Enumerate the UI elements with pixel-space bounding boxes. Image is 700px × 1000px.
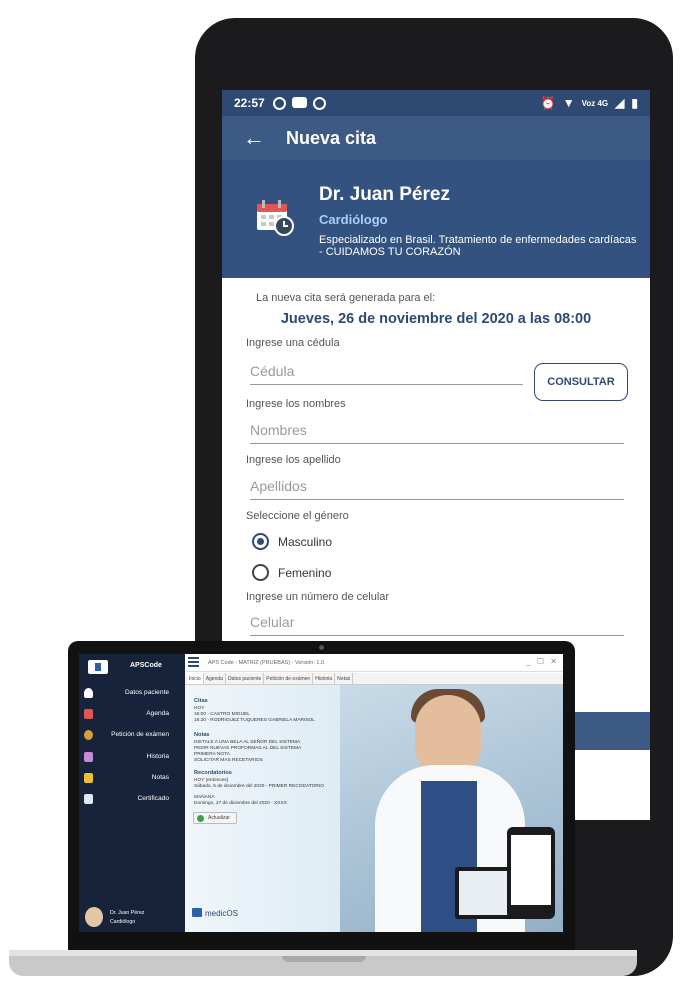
status-notification-icons bbox=[272, 96, 326, 110]
menu-icon[interactable] bbox=[188, 657, 199, 667]
sidebar-item-exam[interactable]: Petición de exámen bbox=[79, 729, 185, 743]
window-controls[interactable]: _ ☐ ✕ bbox=[526, 657, 559, 666]
names-input[interactable]: Nombres bbox=[250, 422, 624, 444]
tab-agenda[interactable]: Agenda bbox=[204, 673, 226, 684]
note-icon bbox=[84, 773, 93, 783]
notas-line: INSTALE A UNA BELA AL SEÑOR DEL SISTEMA bbox=[194, 740, 301, 745]
gender-option-male[interactable]: Masculino bbox=[252, 533, 332, 550]
laptop-notch bbox=[282, 956, 366, 962]
lastnames-label: Ingrese los apellido bbox=[246, 454, 341, 466]
gender-option-female[interactable]: Femenino bbox=[252, 564, 331, 581]
recordatorios-title: Recordatorios bbox=[194, 770, 232, 776]
laptop-sidebar: APSCode Datos paciente Agenda Petición d… bbox=[79, 654, 185, 932]
sidebar-item-label: Agenda bbox=[146, 710, 169, 717]
footer-brand: medicOS bbox=[205, 909, 238, 918]
tab-inicio[interactable]: Inicio bbox=[187, 673, 204, 684]
recordatorios-line: Domingo, 27 de diciembre del 2020 - XXXX bbox=[194, 801, 287, 806]
appointment-label: La nueva cita será generada para el: bbox=[256, 292, 436, 304]
refresh-icon bbox=[197, 815, 204, 822]
status-time: 22:57 bbox=[234, 96, 265, 110]
sidebar-item-agenda[interactable]: Agenda bbox=[79, 708, 185, 722]
status-bar: 22:57 ⏰ ▼ Voz 4G ◢ ▮ bbox=[222, 90, 650, 116]
whatsapp-icon bbox=[272, 96, 286, 110]
tab-history[interactable]: Historia bbox=[313, 673, 336, 684]
stage: 22:57 ⏰ ▼ Voz 4G ◢ ▮ ← Nueva cita Dr. Ju… bbox=[0, 0, 700, 1000]
user-icon bbox=[84, 688, 93, 698]
user-name: Dr. Juan Pérez bbox=[110, 910, 145, 916]
sidebar-item-label: Petición de exámen bbox=[111, 731, 169, 738]
consult-button[interactable]: CONSULTAR bbox=[534, 363, 628, 401]
history-icon bbox=[84, 752, 93, 762]
calendar-clock-icon bbox=[257, 200, 294, 236]
sidebar-item-notes[interactable]: Notas bbox=[79, 772, 185, 786]
sidebar-item-history[interactable]: Historia bbox=[79, 751, 185, 765]
status-system-icons: ⏰ ▼ Voz 4G ◢ ▮ bbox=[541, 96, 638, 110]
doctor-description: Especializado en Brasil. Tratamiento de … bbox=[319, 234, 637, 258]
citas-line: HOY bbox=[194, 706, 205, 711]
gender-label: Seleccione el género bbox=[246, 510, 349, 522]
laptop-screen: APSCode Datos paciente Agenda Petición d… bbox=[79, 654, 563, 932]
app-bar: ← Nueva cita bbox=[222, 116, 650, 160]
tab-notes[interactable]: Notas bbox=[335, 673, 354, 684]
gender-option-label: Masculino bbox=[278, 534, 333, 549]
sidebar-brand: APSCode bbox=[130, 662, 162, 669]
sidebar-item-label: Datos paciente bbox=[125, 689, 169, 696]
citas-line: 16:00 - CASTRO MIGUEL bbox=[194, 712, 250, 717]
doctor-specialty: Cardiólogo bbox=[319, 212, 388, 227]
sync-icon bbox=[312, 96, 326, 110]
radio-unchecked-icon[interactable] bbox=[252, 564, 269, 581]
tab-bar: Inicio Agenda Datos paciente Petición de… bbox=[185, 673, 563, 685]
home-panel: Citas HOY 16:00 - CASTRO MIGUEL 16:30 - … bbox=[185, 685, 563, 932]
tab-exam[interactable]: Petición de exámen bbox=[264, 673, 314, 684]
id-label: Ingrese una cédula bbox=[246, 337, 340, 349]
notas-title: Notas bbox=[194, 732, 210, 738]
tab-patient[interactable]: Datos paciente bbox=[226, 673, 265, 684]
mini-phone-screen bbox=[511, 835, 551, 905]
recordatorios-line: MAÑANA bbox=[194, 795, 215, 800]
names-label: Ingrese los nombres bbox=[246, 398, 346, 410]
certificate-icon bbox=[84, 794, 93, 804]
avatar bbox=[85, 907, 103, 927]
calendar-icon bbox=[84, 709, 93, 719]
medicos-logo-icon bbox=[192, 908, 202, 917]
sidebar-item-label: Certificado bbox=[137, 795, 169, 802]
sidebar-item-patient[interactable]: Datos paciente bbox=[79, 687, 185, 701]
appointment-datetime: Jueves, 26 de noviembre del 2020 a las 0… bbox=[280, 311, 592, 327]
citas-title: Citas bbox=[194, 698, 208, 704]
battery-icon: ▮ bbox=[631, 96, 638, 110]
refresh-button[interactable]: Actualizar bbox=[193, 812, 237, 824]
network-icon: Voz 4G bbox=[581, 98, 609, 108]
phone-input[interactable]: Celular bbox=[250, 614, 624, 636]
refresh-button-label: Actualizar bbox=[208, 815, 230, 821]
camera-icon bbox=[319, 645, 324, 650]
gender-option-label: Femenino bbox=[278, 565, 332, 580]
page-title: Nueva cita bbox=[286, 127, 377, 148]
exam-icon bbox=[84, 730, 93, 740]
back-arrow-icon[interactable]: ← bbox=[222, 125, 286, 151]
notas-line: SOLICITAR MAS RECETARIOS bbox=[194, 758, 263, 763]
window-title: APS Code - MATRIZ (PRUEBAS) - Versión: 1… bbox=[208, 660, 325, 666]
sidebar-item-certificate[interactable]: Certificado bbox=[79, 793, 185, 807]
youtube-icon bbox=[291, 96, 307, 108]
id-input[interactable]: Cédula bbox=[250, 363, 523, 385]
save-appointment-button[interactable] bbox=[562, 712, 650, 750]
sidebar-item-label: Notas bbox=[151, 774, 169, 781]
phone-label: Ingrese un número de celular bbox=[246, 591, 390, 603]
window-titlebar: APS Code - MATRIZ (PRUEBAS) - Versión: 1… bbox=[185, 654, 563, 672]
radio-checked-icon[interactable] bbox=[252, 533, 269, 550]
citas-line: 16:30 - RODRIGUEZ TUQUERES GABRIELA MARI… bbox=[194, 718, 315, 723]
lastnames-input[interactable]: Apellidos bbox=[250, 478, 624, 500]
recordatorios-line: Sábado, 5 de diciembre del 2020 - PRIMER… bbox=[194, 784, 324, 789]
doctor-header: Dr. Juan Pérez Cardiólogo Especializado … bbox=[222, 160, 650, 278]
wifi-icon: ▼ bbox=[562, 96, 575, 110]
sidebar-item-label: Historia bbox=[146, 753, 169, 760]
user-role: Cardiólogo bbox=[110, 919, 136, 925]
signal-icon: ◢ bbox=[615, 96, 625, 110]
recordatorios-line: HOY (entonces) bbox=[194, 778, 229, 783]
doctor-name: Dr. Juan Pérez bbox=[319, 184, 450, 205]
notas-line: PRIMERA NOTA bbox=[194, 752, 230, 757]
notas-line: PEDIR NUEVAS PROFORMAS AL DEL SISTEMA bbox=[194, 746, 302, 751]
app-logo-icon bbox=[88, 660, 108, 674]
alarm-icon: ⏰ bbox=[540, 96, 556, 110]
